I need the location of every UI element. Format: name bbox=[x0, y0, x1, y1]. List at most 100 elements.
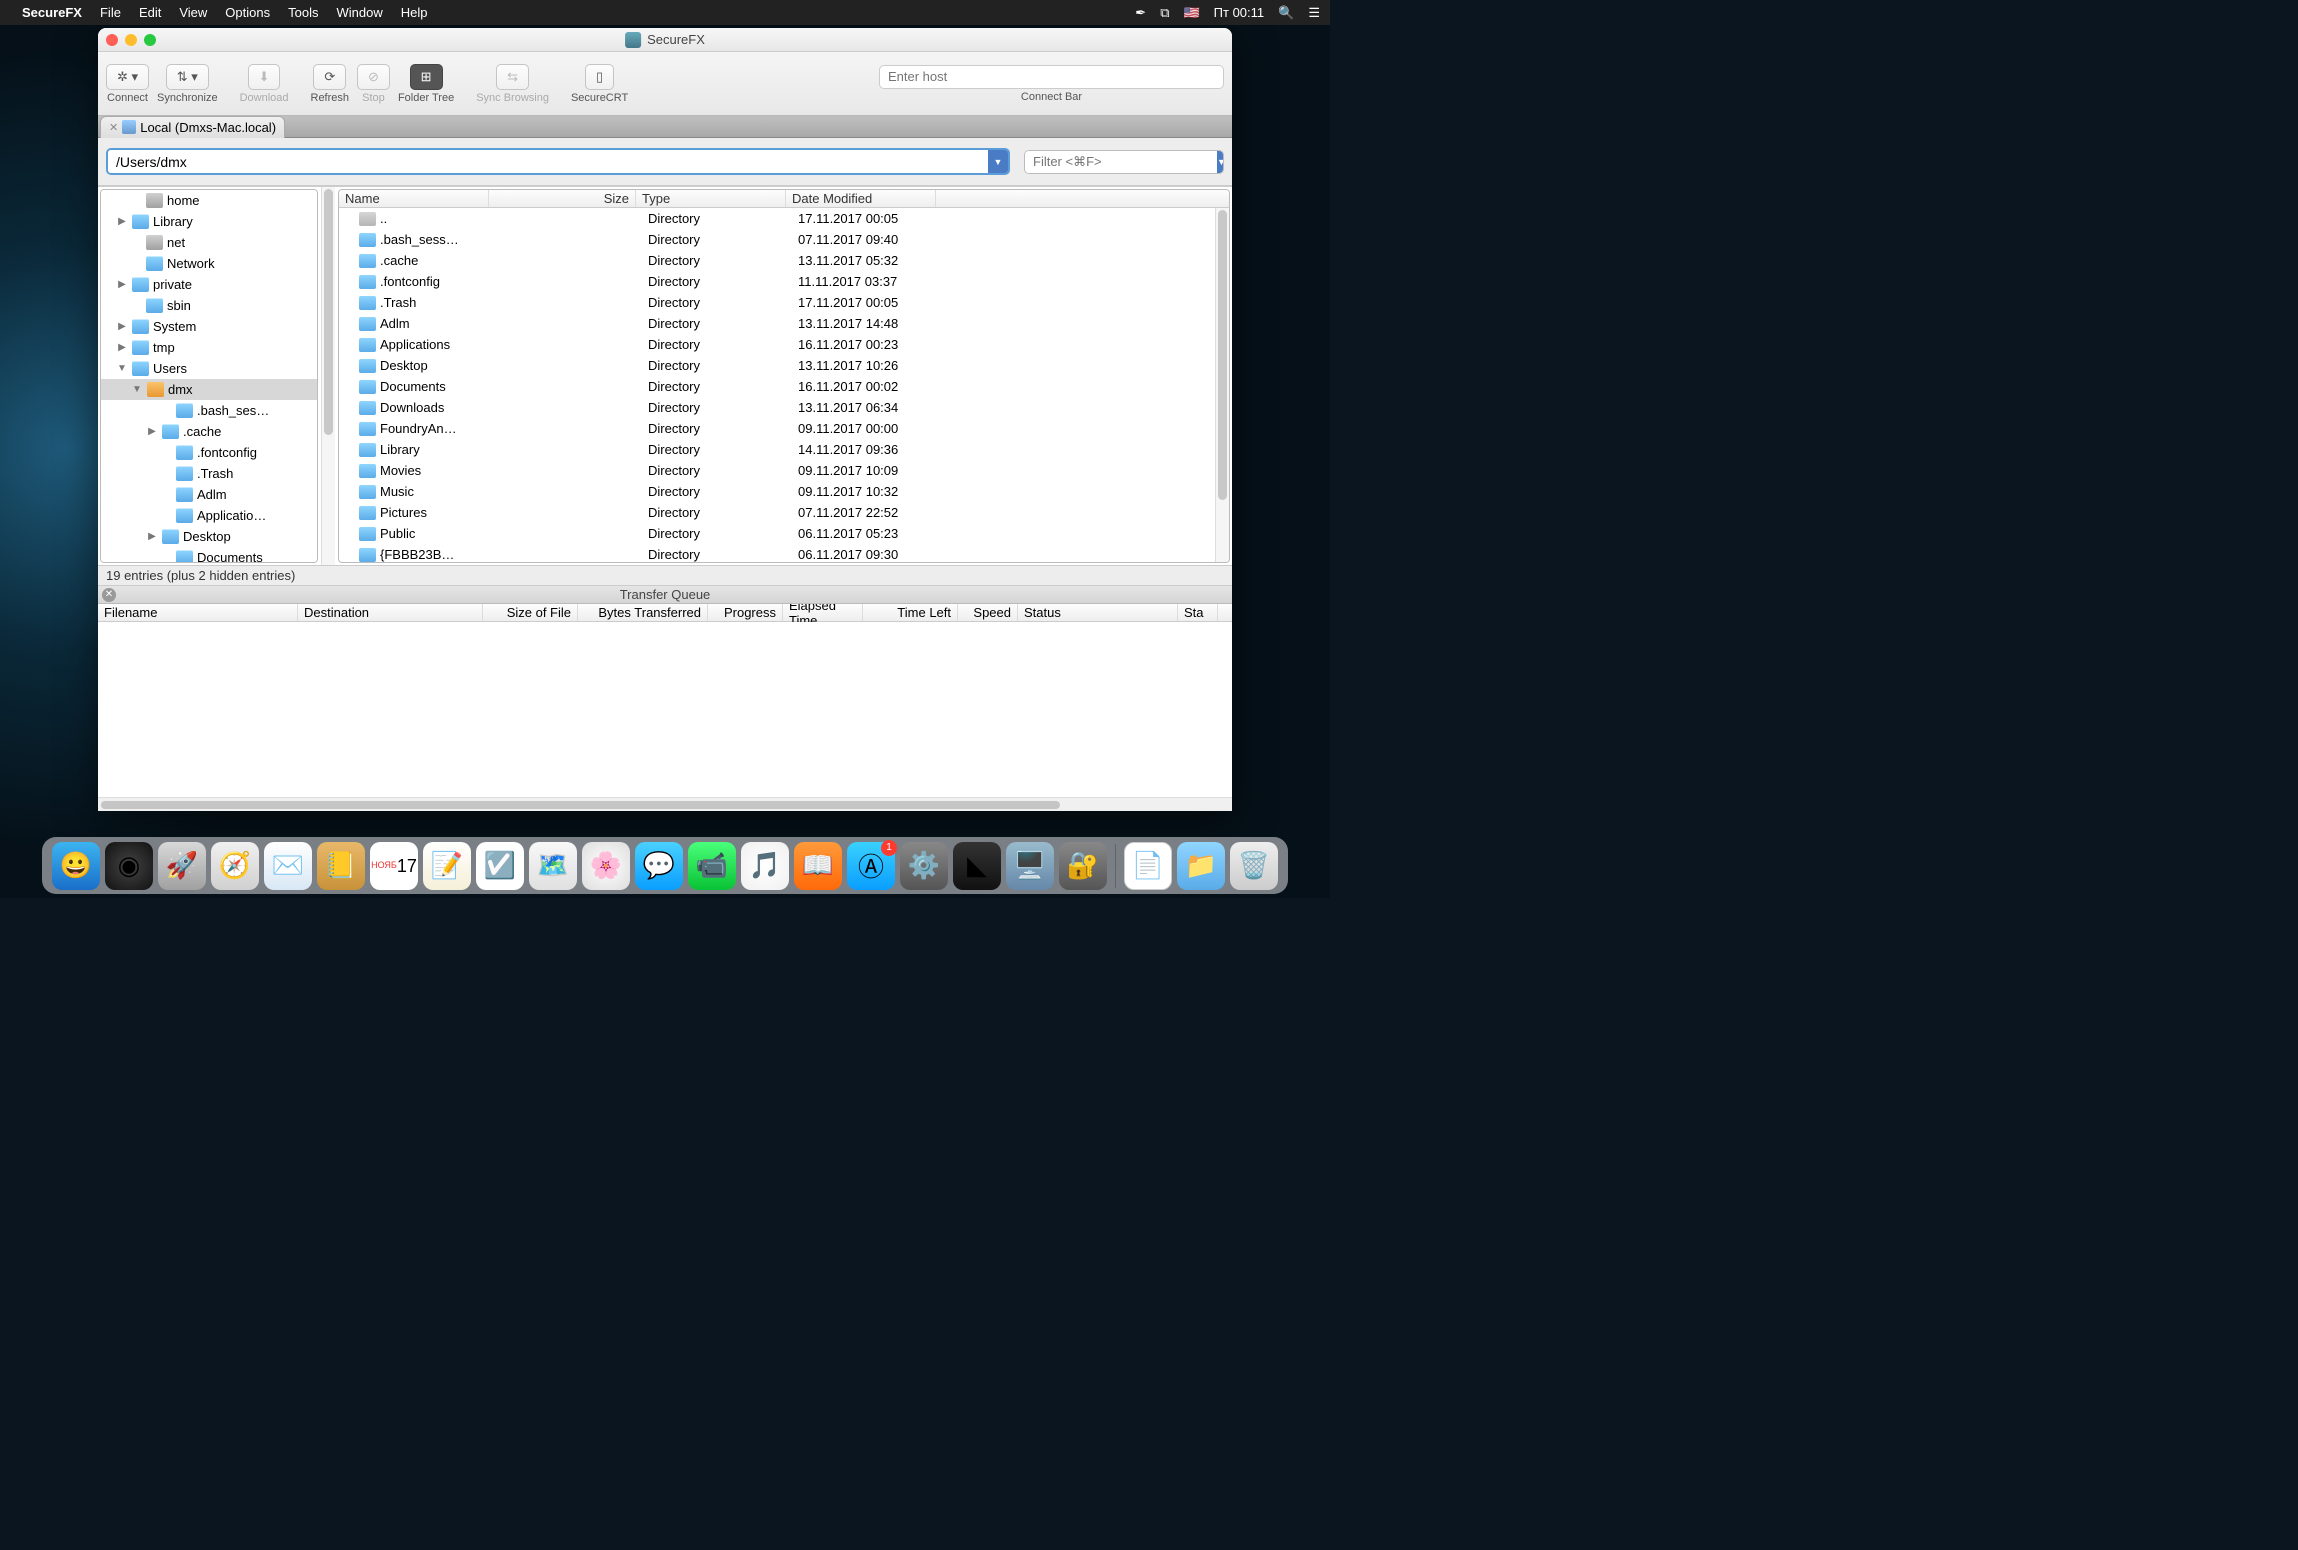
zoom-window-button[interactable] bbox=[144, 34, 156, 46]
tree-item[interactable]: Adlm bbox=[101, 484, 317, 505]
folder-tree-button[interactable]: ⊞ bbox=[410, 64, 443, 90]
tree-item[interactable]: Network bbox=[101, 253, 317, 274]
synchronize-button[interactable]: ⇅ ▾ bbox=[166, 64, 209, 90]
file-row[interactable]: AdlmDirectory13.11.2017 14:48 bbox=[339, 313, 1215, 334]
menu-file[interactable]: File bbox=[100, 5, 121, 20]
menu-tools[interactable]: Tools bbox=[288, 5, 318, 20]
app-menu[interactable]: SecureFX bbox=[22, 5, 82, 20]
dock-reminders[interactable]: ☑️ bbox=[476, 842, 524, 890]
dock-documents[interactable]: 📄 bbox=[1124, 842, 1172, 890]
dock-notes[interactable]: 📝 bbox=[423, 842, 471, 890]
dock-siri[interactable]: ◉ bbox=[105, 842, 153, 890]
connect-button[interactable]: ✲ ▾ bbox=[106, 64, 149, 90]
securecrt-button[interactable]: ▯ bbox=[585, 64, 614, 90]
tree-item[interactable]: .fontconfig bbox=[101, 442, 317, 463]
dock-itunes[interactable]: 🎵 bbox=[741, 842, 789, 890]
tree-item[interactable]: ▶Desktop bbox=[101, 526, 317, 547]
file-row[interactable]: ApplicationsDirectory16.11.2017 00:23 bbox=[339, 334, 1215, 355]
file-row[interactable]: DocumentsDirectory16.11.2017 00:02 bbox=[339, 376, 1215, 397]
queue-col[interactable]: Size of File bbox=[483, 604, 578, 621]
dock-calendar[interactable]: НОЯБ17 bbox=[370, 842, 418, 890]
dock-finder[interactable]: 😀 bbox=[52, 842, 100, 890]
file-row[interactable]: {FBBB23B…Directory06.11.2017 09:30 bbox=[339, 544, 1215, 562]
menu-window[interactable]: Window bbox=[336, 5, 382, 20]
dock-contacts[interactable]: 📒 bbox=[317, 842, 365, 890]
minimize-window-button[interactable] bbox=[125, 34, 137, 46]
queue-scrollbar[interactable] bbox=[98, 797, 1232, 811]
queue-col[interactable]: Status bbox=[1018, 604, 1178, 621]
path-dropdown-button[interactable]: ▼ bbox=[988, 150, 1008, 173]
file-row[interactable]: ..Directory17.11.2017 00:05 bbox=[339, 208, 1215, 229]
dock-facetime[interactable]: 📹 bbox=[688, 842, 736, 890]
file-row[interactable]: PublicDirectory06.11.2017 05:23 bbox=[339, 523, 1215, 544]
window-titlebar[interactable]: SecureFX bbox=[98, 28, 1232, 52]
tree-item[interactable]: ▶System bbox=[101, 316, 317, 337]
queue-close-button[interactable]: ✕ bbox=[102, 588, 116, 602]
host-input[interactable] bbox=[879, 65, 1224, 89]
filter-dropdown-button[interactable]: ▼ bbox=[1217, 151, 1224, 173]
dock-mail[interactable]: ✉️ bbox=[264, 842, 312, 890]
file-row[interactable]: DesktopDirectory13.11.2017 10:26 bbox=[339, 355, 1215, 376]
menu-view[interactable]: View bbox=[179, 5, 207, 20]
filter-input[interactable] bbox=[1025, 151, 1217, 173]
refresh-button[interactable]: ⟳ bbox=[313, 64, 346, 90]
menu-edit[interactable]: Edit bbox=[139, 5, 161, 20]
menu-list-icon[interactable]: ☰ bbox=[1308, 5, 1320, 21]
file-row[interactable]: .cacheDirectory13.11.2017 05:32 bbox=[339, 250, 1215, 271]
status-display-icon[interactable]: ⧉ bbox=[1160, 5, 1169, 21]
dock-ibooks[interactable]: 📖 bbox=[794, 842, 842, 890]
tab-close-icon[interactable]: ✕ bbox=[109, 121, 118, 134]
file-row[interactable]: MusicDirectory09.11.2017 10:32 bbox=[339, 481, 1215, 502]
col-date[interactable]: Date Modified bbox=[786, 190, 936, 207]
queue-col[interactable]: Sta bbox=[1178, 604, 1218, 621]
tree-item[interactable]: ▶private bbox=[101, 274, 317, 295]
queue-col[interactable]: Filename bbox=[98, 604, 298, 621]
queue-col[interactable]: Destination bbox=[298, 604, 483, 621]
tree-item[interactable]: home bbox=[101, 190, 317, 211]
dock-messages[interactable]: 💬 bbox=[635, 842, 683, 890]
col-type[interactable]: Type bbox=[636, 190, 786, 207]
tree-item[interactable]: sbin bbox=[101, 295, 317, 316]
tree-item[interactable]: ▼Users bbox=[101, 358, 317, 379]
queue-col[interactable]: Progress bbox=[708, 604, 783, 621]
tree-item[interactable]: Documents bbox=[101, 547, 317, 563]
close-window-button[interactable] bbox=[106, 34, 118, 46]
dock-appstore[interactable]: Ⓐ1 bbox=[847, 842, 895, 890]
file-row[interactable]: PicturesDirectory07.11.2017 22:52 bbox=[339, 502, 1215, 523]
status-cursor-icon[interactable]: ✒ bbox=[1135, 5, 1146, 21]
filelist-scrollbar[interactable] bbox=[1215, 208, 1229, 562]
dock-launchpad[interactable]: 🚀 bbox=[158, 842, 206, 890]
tree-item[interactable]: ▶tmp bbox=[101, 337, 317, 358]
file-row[interactable]: .bash_sess…Directory07.11.2017 09:40 bbox=[339, 229, 1215, 250]
file-list-body[interactable]: ..Directory17.11.2017 00:05.bash_sess…Di… bbox=[339, 208, 1215, 562]
dock-trash[interactable]: 🗑️ bbox=[1230, 842, 1278, 890]
dock-maps[interactable]: 🗺️ bbox=[529, 842, 577, 890]
dock-app-dark[interactable]: ◣ bbox=[953, 842, 1001, 890]
dock-photos[interactable]: 🌸 bbox=[582, 842, 630, 890]
queue-col[interactable]: Time Left bbox=[863, 604, 958, 621]
path-input[interactable] bbox=[108, 150, 988, 173]
dock-securefx[interactable]: 🔐 bbox=[1059, 842, 1107, 890]
file-row[interactable]: .TrashDirectory17.11.2017 00:05 bbox=[339, 292, 1215, 313]
dock-screenshot[interactable]: 🖥️ bbox=[1006, 842, 1054, 890]
tree-item[interactable]: ▶.cache bbox=[101, 421, 317, 442]
menu-options[interactable]: Options bbox=[225, 5, 270, 20]
tree-item[interactable]: Applicatio… bbox=[101, 505, 317, 526]
tree-item[interactable]: net bbox=[101, 232, 317, 253]
file-row[interactable]: LibraryDirectory14.11.2017 09:36 bbox=[339, 439, 1215, 460]
queue-col[interactable]: Elapsed Time bbox=[783, 604, 863, 621]
dock-downloads[interactable]: 📁 bbox=[1177, 842, 1225, 890]
status-flag-icon[interactable]: 🇺🇸 bbox=[1183, 5, 1199, 21]
tree-item[interactable]: ▼dmx bbox=[101, 379, 317, 400]
tree-scrollbar[interactable] bbox=[321, 187, 335, 565]
col-size[interactable]: Size bbox=[489, 190, 636, 207]
file-row[interactable]: .fontconfigDirectory11.11.2017 03:37 bbox=[339, 271, 1215, 292]
tree-item[interactable]: ▶Library bbox=[101, 211, 317, 232]
folder-tree-panel[interactable]: home▶LibrarynetNetwork▶privatesbin▶Syste… bbox=[100, 189, 318, 563]
file-row[interactable]: MoviesDirectory09.11.2017 10:09 bbox=[339, 460, 1215, 481]
tree-item[interactable]: .Trash bbox=[101, 463, 317, 484]
session-tab-local[interactable]: ✕ Local (Dmxs-Mac.local) bbox=[100, 116, 285, 138]
file-row[interactable]: FoundryAn…Directory09.11.2017 00:00 bbox=[339, 418, 1215, 439]
dock-preferences[interactable]: ⚙️ bbox=[900, 842, 948, 890]
queue-col[interactable]: Bytes Transferred bbox=[578, 604, 708, 621]
